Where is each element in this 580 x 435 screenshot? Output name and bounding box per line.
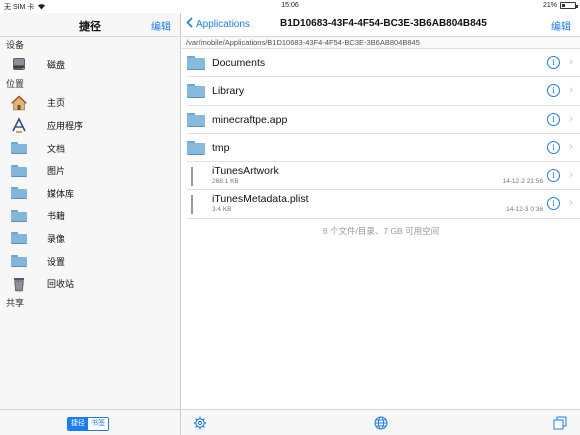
folder-icon: [10, 208, 27, 224]
chevron-right-icon: ›: [569, 56, 573, 68]
folder-icon: [10, 140, 27, 156]
document-icon: [191, 195, 193, 215]
list-item-folder[interactable]: Documents i ›: [187, 49, 580, 78]
sidebar-item-label: 文档: [47, 143, 66, 154]
chevron-left-icon: [186, 17, 193, 31]
sidebar-item-trash[interactable]: 回收站: [0, 272, 180, 295]
sidebar-item-settings[interactable]: 设置: [0, 250, 180, 273]
home-icon: [10, 95, 27, 111]
item-name: minecraftpe.app: [212, 113, 288, 126]
sidebar-nav-bar: 捷径 编辑: [0, 13, 180, 37]
sidebar-item-label: 媒体库: [47, 188, 75, 199]
segmented-control: 捷径 书签: [67, 417, 109, 431]
segment-shortcuts[interactable]: 捷径: [68, 418, 88, 430]
applications-icon: [10, 117, 27, 134]
sidebar-item-label: 主页: [47, 98, 66, 109]
status-bar: 无 SIM 卡 15:06 21%: [0, 0, 580, 13]
trash-icon: [10, 276, 27, 292]
sidebar-item-applications[interactable]: 应用程序: [0, 114, 180, 137]
chevron-right-icon: ›: [569, 197, 573, 210]
list-item-file[interactable]: iTunesMetadata.plist 3.4 KB 14-12-3 0:36…: [187, 190, 580, 219]
folder-icon: [10, 163, 27, 179]
list-item-folder[interactable]: tmp i ›: [187, 134, 580, 163]
sidebar-item-label: 图片: [47, 166, 66, 177]
folder-icon: [10, 230, 27, 246]
sidebar-item-pictures[interactable]: 图片: [0, 159, 180, 182]
sidebar: 捷径 编辑 设备 磁盘 位置 主页 应用程序 文档 图片 媒体库 书籍 录像 设…: [0, 13, 181, 435]
windows-icon[interactable]: [552, 415, 567, 430]
sidebar-edit-button[interactable]: 编辑: [151, 18, 171, 33]
battery-percent: 21%: [542, 2, 557, 9]
item-size: 3.4 KB: [212, 206, 232, 214]
chevron-right-icon: ›: [569, 140, 573, 153]
sidebar-item-media-library[interactable]: 媒体库: [0, 182, 180, 205]
section-locations: 位置: [6, 78, 25, 89]
battery-fill: [562, 4, 565, 7]
page-title: B1D10683-43F4-4F54-BC3E-3B6AB804B845: [280, 18, 487, 29]
main-nav-bar: Applications B1D10683-43F4-4F54-BC3E-3B6…: [182, 13, 580, 37]
sidebar-item-label: 磁盘: [47, 59, 66, 70]
item-date: 14-12-3 0:36: [506, 206, 543, 214]
sidebar-item-label: 回收站: [47, 279, 75, 290]
sidebar-item-label: 应用程序: [47, 120, 84, 131]
chevron-right-icon: ›: [569, 112, 573, 125]
gear-icon[interactable]: [192, 415, 207, 430]
info-icon[interactable]: i: [547, 112, 560, 126]
status-right: 21%: [542, 2, 578, 9]
section-shared: 共享: [6, 297, 25, 308]
list-item-file[interactable]: iTunesArtwork 268.1 KB 14-12-2 21:56 i ›: [187, 162, 580, 191]
item-name: tmp: [212, 141, 230, 154]
storage-summary: 6 个文件/目录、7 GB 可用空间: [322, 225, 440, 236]
list-item-folder[interactable]: minecraftpe.app i ›: [187, 106, 580, 134]
back-button-label: Applications: [196, 18, 250, 30]
item-name: iTunesMetadata.plist: [212, 193, 309, 206]
battery-icon: [560, 2, 578, 9]
status-time: 15:06: [281, 2, 299, 9]
globe-icon[interactable]: [373, 415, 388, 430]
sidebar-item-home[interactable]: 主页: [0, 92, 180, 115]
info-icon[interactable]: i: [547, 84, 560, 98]
sidebar-item-books[interactable]: 书籍: [0, 205, 180, 228]
disk-icon: [10, 56, 27, 72]
sidebar-item-documents[interactable]: 文档: [0, 137, 180, 160]
main-toolbar: [182, 409, 580, 435]
sidebar-item-label: 设置: [47, 256, 66, 267]
chevron-right-icon: ›: [569, 169, 573, 182]
item-size: 268.1 KB: [212, 178, 239, 186]
sidebar-item-disk[interactable]: 磁盘: [0, 53, 180, 76]
section-devices: 设备: [6, 40, 25, 50]
document-icon: [191, 167, 193, 187]
list-item-folder[interactable]: Library i ›: [187, 77, 580, 106]
item-date: 14-12-2 21:56: [502, 178, 543, 186]
folder-icon: [10, 185, 27, 201]
info-icon[interactable]: i: [547, 56, 560, 69]
sidebar-toolbar: 捷径 书签: [0, 409, 180, 435]
info-icon[interactable]: i: [547, 140, 560, 154]
info-icon[interactable]: i: [547, 169, 560, 183]
back-button[interactable]: Applications: [186, 17, 250, 31]
sidebar-item-label: 录像: [47, 233, 66, 244]
chevron-right-icon: ›: [569, 84, 573, 97]
item-name: iTunesArtwork: [212, 165, 279, 178]
file-browser: Applications B1D10683-43F4-4F54-BC3E-3B6…: [182, 13, 580, 435]
sidebar-item-videos[interactable]: 录像: [0, 227, 180, 250]
segment-bookmarks[interactable]: 书签: [88, 418, 108, 430]
info-icon[interactable]: i: [547, 197, 560, 211]
sidebar-item-label: 书籍: [47, 211, 66, 222]
item-name: Documents: [212, 57, 266, 69]
path-bar: /var/mobile/Applications/B1D10683-43F4-4…: [182, 37, 580, 49]
item-name: Library: [212, 85, 245, 98]
main-edit-button[interactable]: 编辑: [551, 18, 571, 33]
folder-icon: [10, 253, 27, 269]
